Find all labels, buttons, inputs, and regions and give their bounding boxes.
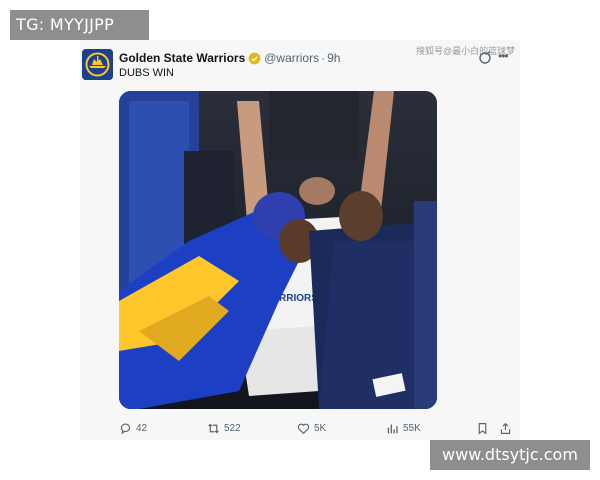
- reply-button[interactable]: 42: [119, 420, 147, 436]
- tg-tag-overlay: TG: MYYJJPP: [10, 10, 149, 40]
- separator-dot: ·: [321, 51, 326, 65]
- grok-icon[interactable]: [478, 51, 492, 65]
- avatar[interactable]: [82, 49, 113, 80]
- heart-icon: [297, 423, 310, 434]
- retweet-count: 522: [224, 422, 241, 434]
- bookmark-icon: [478, 422, 487, 435]
- share-button[interactable]: [499, 420, 512, 436]
- user-handle[interactable]: @warriors: [264, 51, 319, 65]
- celebration-photo: RRIORS: [119, 91, 437, 409]
- svg-text:RRIORS: RRIORS: [279, 293, 318, 304]
- bookmark-button[interactable]: [476, 420, 489, 436]
- site-watermark: www.dtsytjc.com: [430, 440, 590, 470]
- tweet-media-image[interactable]: RRIORS: [119, 91, 437, 409]
- like-count: 5K: [314, 422, 327, 434]
- reply-icon: [120, 423, 131, 434]
- tweet-header: Golden State Warriors @warriors · 9h: [119, 50, 340, 66]
- more-options-icon[interactable]: •••: [498, 49, 509, 63]
- tweet-text: DUBS WIN: [119, 67, 174, 79]
- verified-badge-icon: [248, 52, 261, 64]
- retweet-button[interactable]: 522: [207, 420, 241, 436]
- display-name[interactable]: Golden State Warriors: [119, 51, 245, 65]
- views-count: 55K: [403, 422, 421, 434]
- like-button[interactable]: 5K: [297, 420, 326, 436]
- reply-count: 42: [136, 422, 148, 434]
- views-button[interactable]: 55K: [386, 420, 421, 436]
- views-chart-icon: [387, 423, 398, 433]
- timestamp[interactable]: 9h: [327, 51, 340, 65]
- warriors-logo-icon: [82, 49, 113, 80]
- action-bar: 42 522 5K 55K: [0, 420, 600, 436]
- retweet-icon: [208, 423, 219, 433]
- share-icon: [500, 422, 511, 434]
